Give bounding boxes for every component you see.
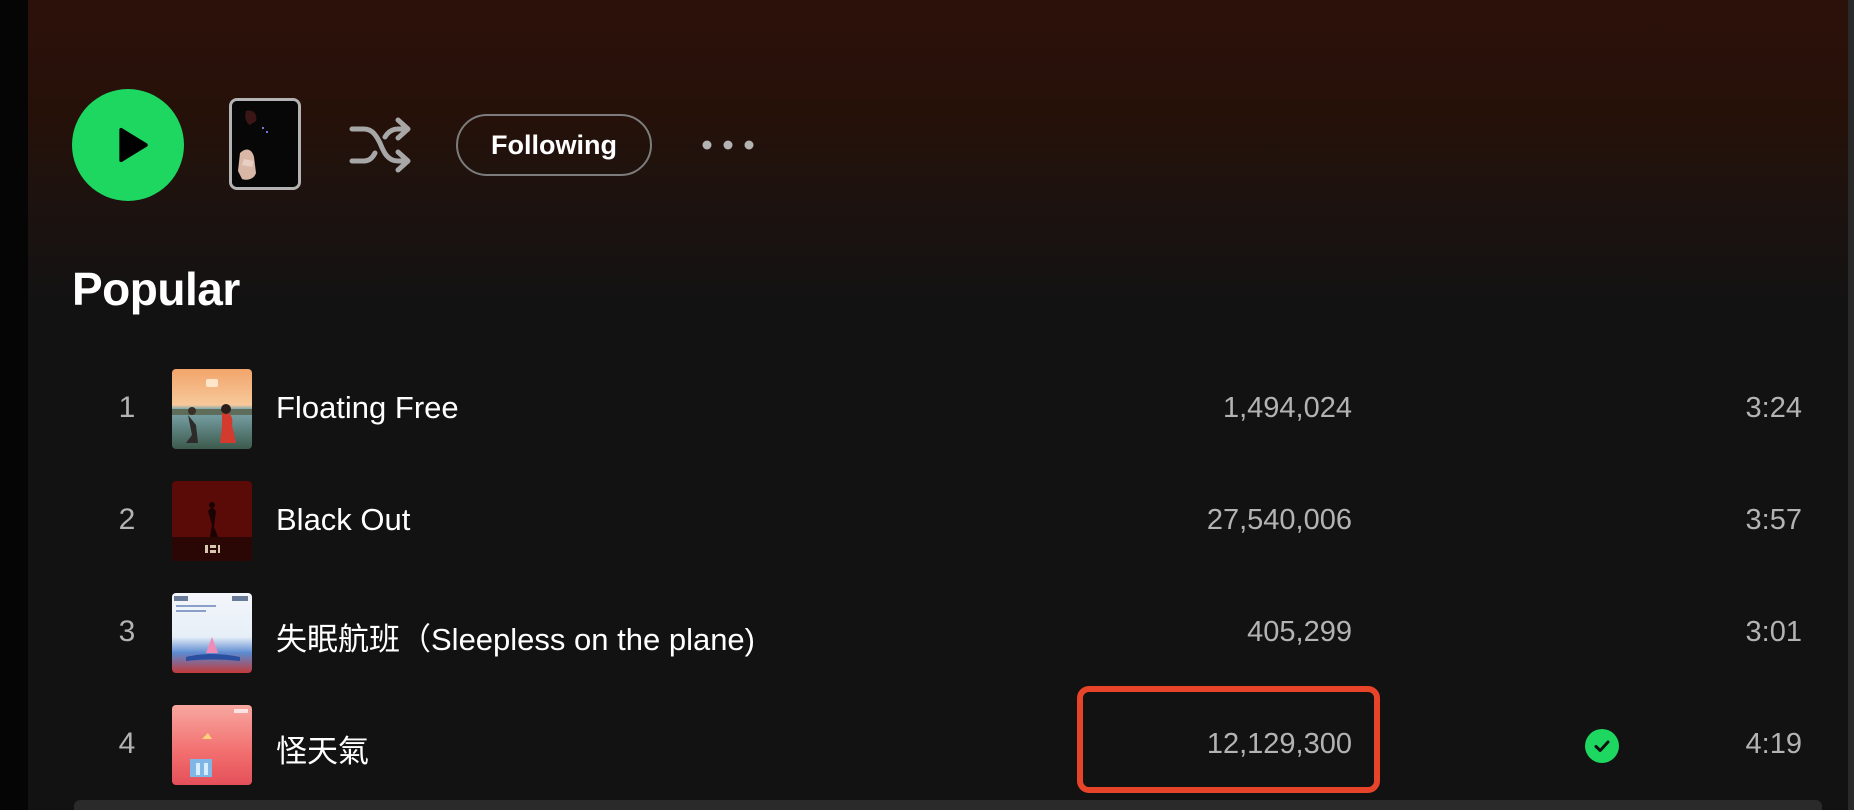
sidebar-edge	[0, 0, 28, 810]
popular-track-list: 1 Floating Free 1,494,024 3:24 2 Black O…	[72, 355, 1822, 803]
scrollbar[interactable]	[1848, 0, 1854, 810]
section-title: Popular	[72, 263, 240, 315]
track-duration: 3:01	[1745, 616, 1802, 648]
play-icon	[119, 127, 148, 163]
track-title[interactable]: Floating Free	[276, 390, 459, 426]
track-row[interactable]: 1 Floating Free 1,494,024 3:24	[72, 355, 1822, 467]
preview-image	[232, 101, 298, 187]
following-button[interactable]: Following	[456, 114, 652, 176]
play-count: 27,540,006	[1206, 504, 1352, 536]
play-count: 405,299	[1247, 616, 1352, 648]
track-number: 1	[118, 391, 136, 424]
shuffle-button[interactable]	[346, 114, 414, 176]
play-count: 1,494,024	[1222, 392, 1352, 424]
next-row-edge	[74, 800, 1822, 810]
track-duration: 3:57	[1745, 504, 1802, 536]
track-number: 3	[118, 615, 136, 648]
track-number: 2	[118, 503, 136, 536]
track-duration: 3:24	[1745, 392, 1802, 424]
artist-page: Following Popular 1 Floating Free 1,494,…	[0, 0, 1854, 810]
track-duration: 4:19	[1745, 728, 1802, 760]
track-title[interactable]: Black Out	[276, 502, 410, 538]
track-row[interactable]: 3 失眠航班（Sleepless on the plane) 405,299 3…	[72, 579, 1822, 691]
play-button[interactable]	[72, 89, 184, 201]
track-number: 4	[118, 727, 136, 760]
artist-preview-thumbnail[interactable]	[229, 98, 301, 190]
album-art	[172, 593, 252, 673]
album-art	[172, 705, 252, 785]
track-title[interactable]: 失眠航班（Sleepless on the plane)	[276, 614, 755, 659]
album-art	[172, 481, 252, 561]
album-art	[172, 369, 252, 449]
more-options-icon	[702, 140, 754, 150]
more-options-button[interactable]	[694, 122, 762, 168]
shuffle-icon	[349, 117, 411, 173]
play-count: 12,129,300	[1206, 728, 1352, 760]
track-row[interactable]: 4 怪天氣 12,129,300 4:19	[72, 691, 1822, 803]
track-row[interactable]: 2 Black Out 27,540,006 3:57	[72, 467, 1822, 579]
saved-check-icon[interactable]	[1585, 729, 1619, 763]
track-title[interactable]: 怪天氣	[276, 726, 369, 771]
